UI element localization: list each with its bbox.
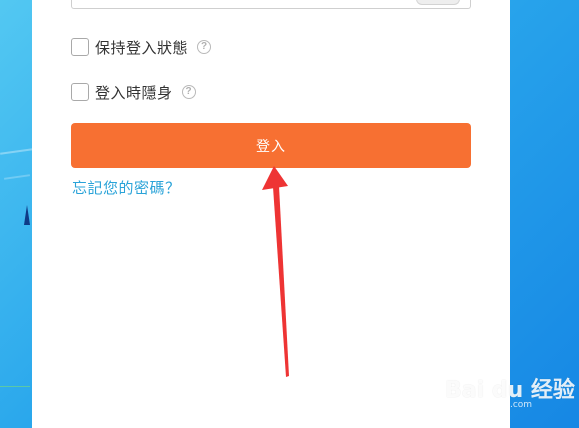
background-line [0, 386, 30, 387]
background-mark [24, 205, 30, 225]
baidu-jingyan-watermark: Bai du 经验 jingyan.baidu.com [445, 372, 575, 416]
background-streak [3, 174, 31, 180]
help-icon[interactable]: ? [197, 40, 212, 54]
login-button[interactable]: 登入 [71, 123, 471, 168]
invisible-login-option[interactable]: 登入時隱身 ? [71, 81, 196, 103]
keep-logged-in-option[interactable]: 保持登入狀態 ? [71, 36, 212, 58]
keep-logged-in-label: 保持登入狀態 [95, 39, 189, 57]
invisible-login-checkbox[interactable] [71, 83, 89, 101]
invisible-login-label: 登入時隱身 [95, 84, 173, 102]
login-panel: 保持登入狀態 ? 登入時隱身 ? 登入 忘記您的密碼？ [32, 0, 510, 428]
watermark-url: jingyan.baidu.com [449, 400, 533, 410]
password-input[interactable] [71, 0, 471, 9]
forgot-password-link[interactable]: 忘記您的密碼？ [72, 177, 181, 198]
keep-logged-in-checkbox[interactable] [71, 38, 89, 56]
keyboard-button[interactable] [416, 0, 460, 5]
help-icon[interactable]: ? [181, 85, 196, 99]
